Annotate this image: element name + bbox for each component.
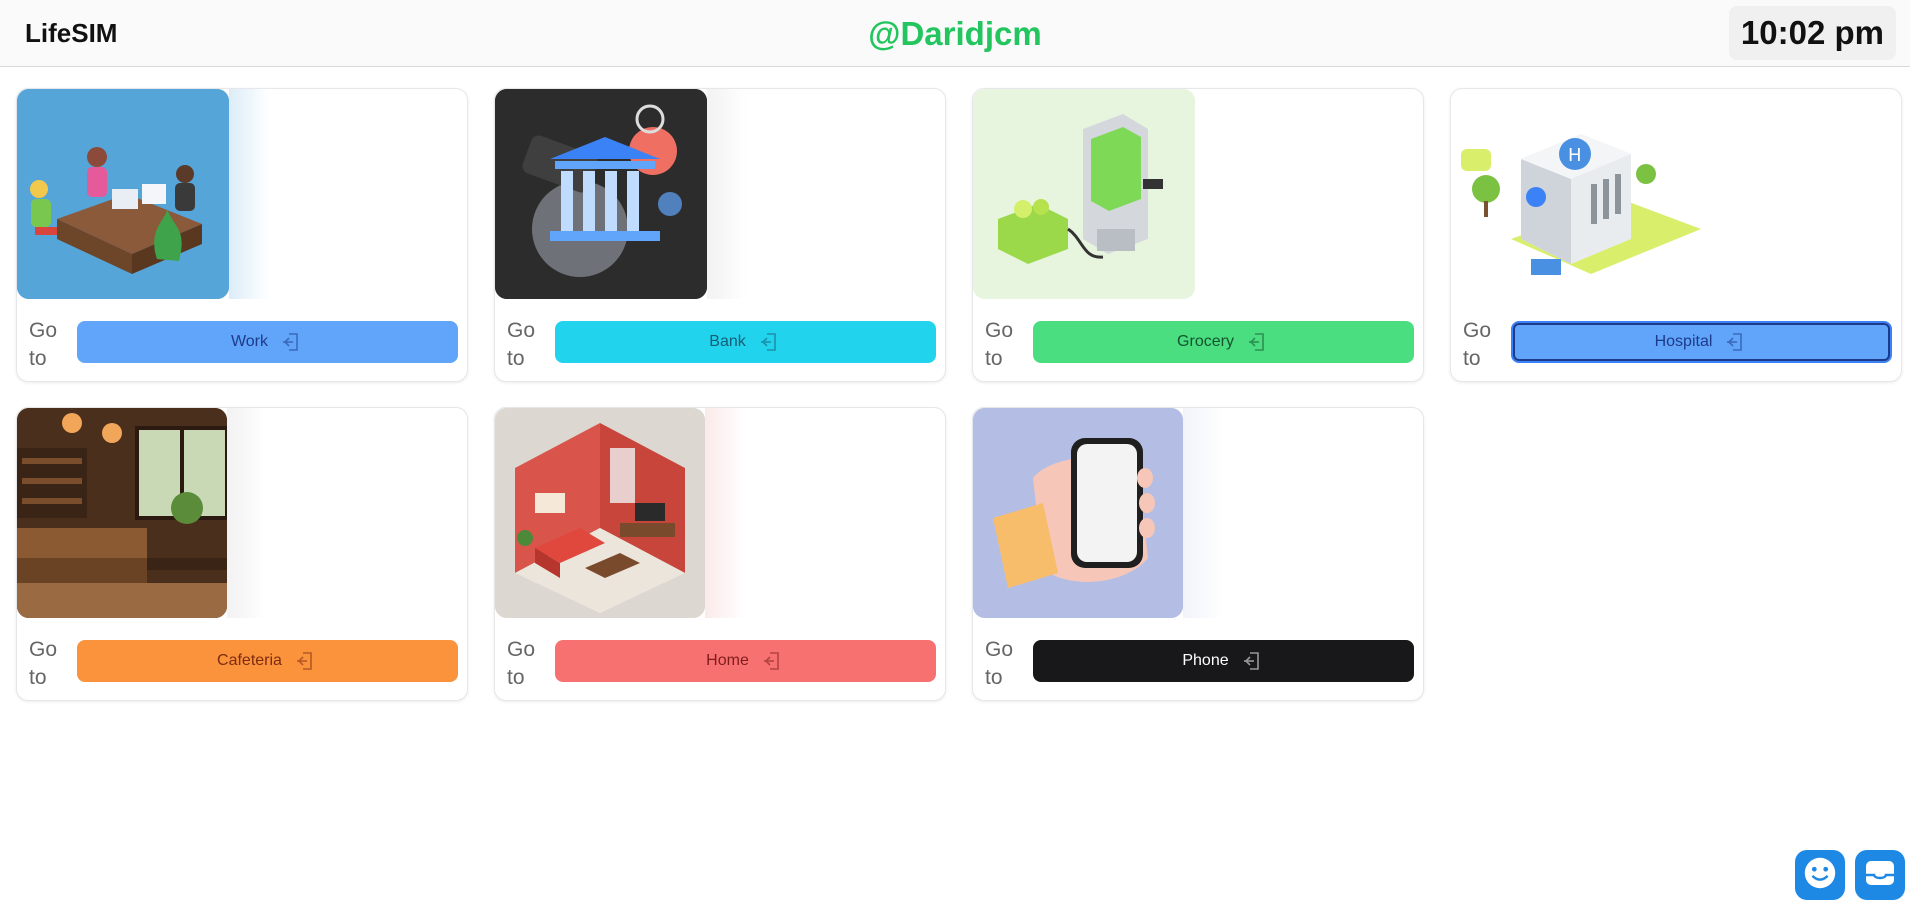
button-label: Home (706, 652, 749, 669)
location-card-phone: Go to Phone (972, 407, 1424, 701)
go-to-home-button[interactable]: Home (555, 640, 936, 682)
go-to-label: Go to (985, 319, 1014, 370)
hospital-image: H (1451, 89, 1711, 299)
image-shadow (705, 408, 745, 618)
enter-icon (1241, 649, 1265, 673)
button-label: Hospital (1654, 333, 1713, 350)
inbox-button[interactable] (1855, 850, 1905, 900)
work-image (17, 89, 229, 299)
enter-icon (761, 649, 785, 673)
location-card-home: Go to Home (494, 407, 946, 701)
go-to-label: Go to (1463, 319, 1492, 370)
enter-icon (1246, 330, 1270, 354)
emoji-button[interactable] (1795, 850, 1845, 900)
go-to-label: Go to (985, 638, 1014, 689)
button-label: Bank (709, 333, 746, 350)
bank-image (495, 89, 707, 299)
location-card-cafeteria: Go to Cafeteria (16, 407, 468, 701)
image-shadow (227, 408, 267, 618)
grocery-image (973, 89, 1195, 299)
go-to-label: Go to (507, 638, 536, 689)
location-card-bank: Go to Bank (494, 88, 946, 382)
username: @Daridjcm (868, 15, 1042, 52)
button-label: Work (230, 333, 269, 350)
go-to-bank-button[interactable]: Bank (555, 321, 936, 363)
inbox-tray-icon (1860, 853, 1900, 898)
go-to-work-button[interactable]: Work (77, 321, 458, 363)
top-bar: LifeSIM @Daridjcm 10:02 pm (0, 0, 1910, 67)
svg-text:H: H (1568, 145, 1582, 166)
clock: 10:02 pm (1728, 6, 1896, 60)
enter-icon (1724, 330, 1748, 354)
go-to-cafeteria-button[interactable]: Cafeteria (77, 640, 458, 682)
location-card-work: Go to Work (16, 88, 468, 382)
cafeteria-image (17, 408, 227, 618)
smiley-face-icon (1801, 854, 1839, 897)
button-label: Grocery (1177, 333, 1234, 350)
phone-image (973, 408, 1183, 618)
image-shadow (707, 89, 747, 299)
go-to-label: Go to (507, 319, 536, 370)
enter-icon (294, 649, 318, 673)
go-to-hospital-button[interactable]: Hospital (1511, 321, 1892, 363)
go-to-label: Go to (29, 319, 58, 370)
location-card-grocery: Go to Grocery (972, 88, 1424, 382)
enter-icon (280, 330, 304, 354)
enter-icon (758, 330, 782, 354)
button-label: Cafeteria (217, 652, 282, 669)
button-label: Phone (1182, 652, 1229, 669)
image-shadow (1183, 408, 1223, 618)
go-to-label: Go to (29, 638, 58, 689)
go-to-grocery-button[interactable]: Grocery (1033, 321, 1414, 363)
location-card-hospital: H Go to Hospital (1450, 88, 1902, 382)
go-to-phone-button[interactable]: Phone (1033, 640, 1414, 682)
image-shadow (229, 89, 269, 299)
home-image (495, 408, 705, 618)
